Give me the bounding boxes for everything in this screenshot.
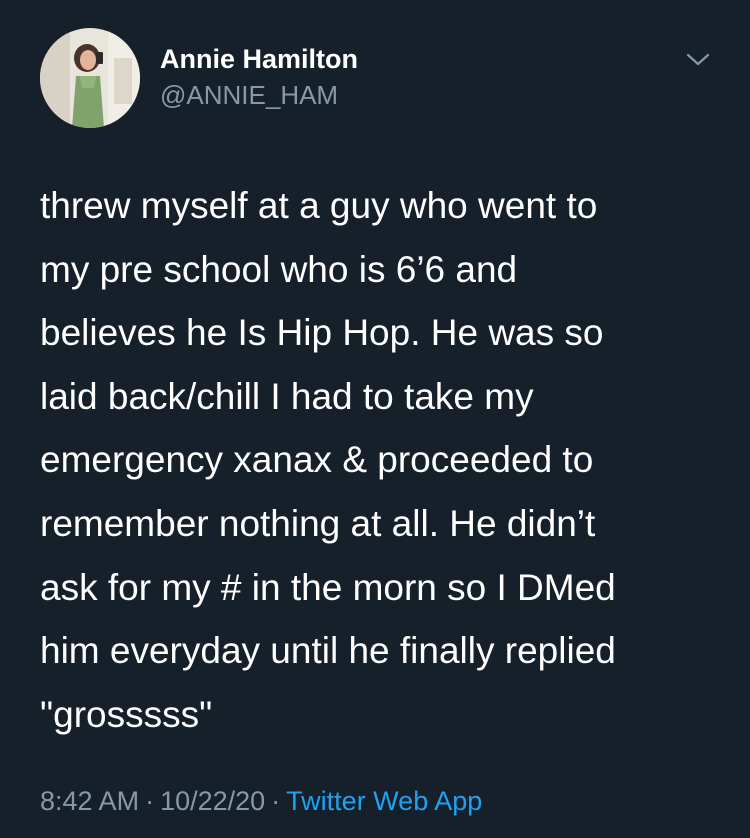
tweet-text-line: him everyday until he finally replied — [40, 630, 616, 672]
tweet-text-line: "grosssss" — [40, 693, 213, 735]
tweet: Annie Hamilton @ANNIE_HAM threw myself a… — [0, 0, 750, 838]
author-handle[interactable]: @ANNIE_HAM — [160, 80, 338, 111]
avatar[interactable] — [40, 28, 140, 128]
separator-dot: · — [145, 786, 155, 816]
tweet-metadata: 8:42 AM · 10/22/20 · Twitter Web App — [40, 786, 482, 817]
tweet-date[interactable]: 10/22/20 — [160, 786, 265, 816]
tweet-text-line: emergency xanax & proceeded to — [40, 439, 594, 481]
separator-dot: · — [271, 786, 281, 816]
tweet-menu-button[interactable] — [682, 48, 714, 72]
chevron-down-icon — [686, 53, 710, 66]
tweet-text-line: ask for my # in the morn so I DMed — [40, 566, 616, 608]
tweet-text: threw myself at a guy who went to my pre… — [40, 174, 720, 746]
avatar-photo — [40, 28, 140, 128]
author-display-name[interactable]: Annie Hamilton — [160, 44, 358, 75]
tweet-time[interactable]: 8:42 AM — [40, 786, 139, 816]
tweet-text-line: threw myself at a guy who went to — [40, 185, 598, 226]
tweet-text-line: my pre school who is 6’6 and — [40, 248, 518, 290]
tweet-source-link[interactable]: Twitter Web App — [286, 786, 482, 816]
tweet-text-line: remember nothing at all. He didn’t — [40, 502, 596, 544]
tweet-text-line: believes he Is Hip Hop. He was so — [40, 312, 604, 354]
tweet-text-line: laid back/chill I had to take my — [40, 375, 534, 417]
